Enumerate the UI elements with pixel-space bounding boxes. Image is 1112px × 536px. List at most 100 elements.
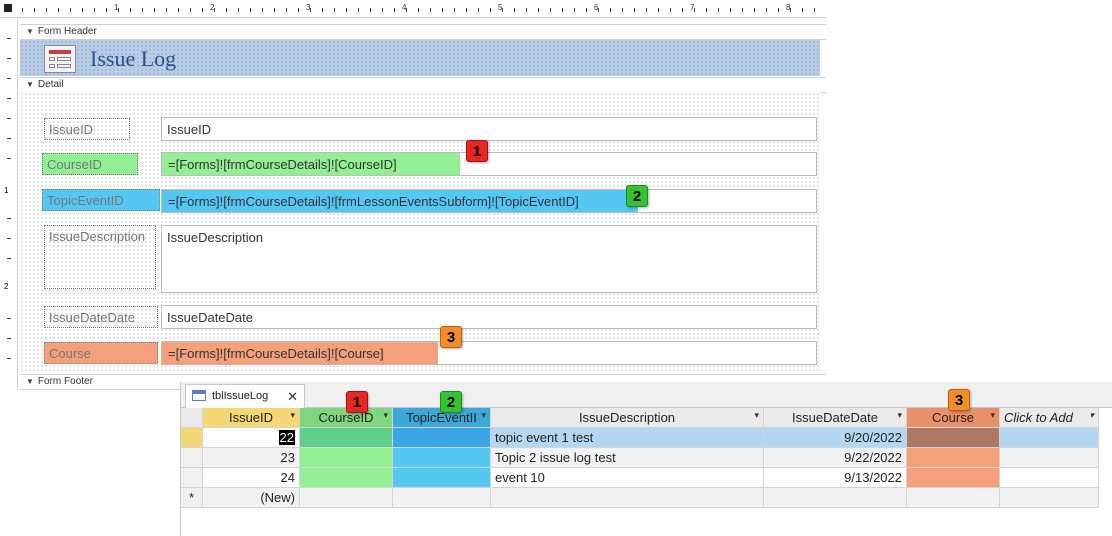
ruler-tick	[394, 8, 395, 12]
issuedescription-textbox[interactable]: IssueDescription	[161, 225, 817, 293]
datasheet-window[interactable]: tblIssueLog ✕ IssueID ▾ CourseID ▾ TopicEv…	[180, 382, 1112, 536]
col-header-click-to-add[interactable]: Click to Add ▾	[1000, 408, 1099, 428]
ruler-tick	[454, 8, 455, 12]
ruler-tick	[514, 8, 515, 12]
dropdown-arrow-icon[interactable]: ▾	[481, 410, 486, 421]
cell-issueid[interactable]: 22	[203, 428, 300, 448]
dropdown-arrow-icon[interactable]: ▾	[990, 410, 995, 421]
courseid-textbox[interactable]: =[Forms]![frmCourseDetails]![CourseID]	[161, 152, 817, 176]
cell-add[interactable]	[1000, 488, 1099, 508]
table-row[interactable]: 22 topic event 1 test 9/20/2022	[181, 428, 1112, 448]
topiceventid-textbox[interactable]: =[Forms]![frmCourseDetails]![frmLessonEv…	[161, 189, 817, 213]
cell-course[interactable]	[907, 428, 1000, 448]
col-header-issuedatedate[interactable]: IssueDateDate ▾	[764, 408, 907, 428]
close-icon[interactable]: ✕	[287, 389, 298, 405]
dropdown-arrow-icon[interactable]: ▾	[290, 410, 295, 421]
course-label[interactable]: Course	[44, 342, 158, 364]
ruler-tick	[154, 8, 155, 12]
cell-issuedatedate[interactable]	[764, 488, 907, 508]
datasheet-header-row: IssueID ▾ CourseID ▾ TopicEventII ▾ IssueDe…	[181, 408, 1112, 428]
cell-add[interactable]	[1000, 428, 1099, 448]
col-header-issuedescription[interactable]: IssueDescription ▾	[491, 408, 764, 428]
issueid-textbox[interactable]: IssueID	[161, 117, 817, 141]
dropdown-arrow-icon[interactable]: ▾	[754, 410, 759, 421]
col-header-label: IssueID	[228, 410, 274, 425]
cell-issuedatedate[interactable]: 9/20/2022	[764, 428, 907, 448]
collapse-arrow-icon: ▼	[26, 80, 34, 89]
issuedescription-label[interactable]: IssueDescription	[44, 225, 156, 289]
ruler-tick	[22, 8, 23, 12]
ruler-tick	[334, 8, 335, 12]
ruler-tick	[226, 8, 227, 12]
cell-add[interactable]	[1000, 448, 1099, 468]
cell-topiceventid[interactable]	[393, 488, 491, 508]
form-header-section-bar[interactable]: ▼ Form Header	[20, 24, 826, 40]
ruler-tick	[94, 8, 95, 12]
cell-issuedescription[interactable]: Topic 2 issue log test	[491, 448, 764, 468]
cell-topiceventid[interactable]	[393, 428, 491, 448]
cell-topiceventid[interactable]	[393, 468, 491, 488]
cell-issueid[interactable]: 24	[203, 468, 300, 488]
ruler-tick	[274, 8, 275, 12]
select-all-corner[interactable]	[181, 408, 203, 428]
new-record-icon[interactable]: *	[181, 488, 203, 508]
ruler-tick	[430, 8, 431, 12]
ruler-tick	[178, 8, 179, 12]
dropdown-arrow-icon[interactable]: ▾	[1089, 410, 1094, 421]
cell-topiceventid[interactable]	[393, 448, 491, 468]
ruler-tick	[250, 8, 251, 12]
cell-courseid[interactable]	[300, 488, 393, 508]
horizontal-ruler: 1 2 3 4 5 6 7 8	[0, 0, 826, 18]
ruler-tick	[550, 8, 551, 12]
issuedatedate-textbox[interactable]: IssueDateDate	[161, 305, 817, 329]
cell-course[interactable]	[907, 488, 1000, 508]
ruler-number: 1	[114, 3, 119, 12]
ruler-number: 5	[498, 3, 503, 12]
tab-tblissuelog[interactable]: tblIssueLog ✕	[185, 384, 305, 408]
cell-courseid[interactable]	[300, 428, 393, 448]
table-row-new[interactable]: * (New)	[181, 488, 1112, 508]
issueid-label[interactable]: IssueID	[44, 118, 130, 140]
detail-label: Detail	[37, 79, 64, 90]
cell-issuedescription[interactable]: topic event 1 test	[491, 428, 764, 448]
cell-add[interactable]	[1000, 468, 1099, 488]
issuedatedate-label[interactable]: IssueDateDate	[44, 306, 158, 328]
ruler-tick	[202, 8, 203, 12]
cell-issueid-new[interactable]: (New)	[203, 488, 300, 508]
table-row[interactable]: 23 Topic 2 issue log test 9/22/2022	[181, 448, 1112, 468]
courseid-label[interactable]: CourseID	[42, 153, 138, 175]
cell-courseid[interactable]	[300, 468, 393, 488]
col-header-issueid[interactable]: IssueID ▾	[203, 408, 300, 428]
ruler-tick	[346, 8, 347, 12]
row-selector[interactable]	[181, 428, 203, 448]
cell-issueid[interactable]: 23	[203, 448, 300, 468]
row-selector[interactable]	[181, 468, 203, 488]
table-row[interactable]: 24 event 10 9/13/2022	[181, 468, 1112, 488]
detail-grid[interactable]: IssueID IssueID CourseID =[Forms]![frmCo…	[20, 92, 820, 372]
topiceventid-label[interactable]: TopicEventID	[42, 189, 160, 211]
cell-issuedatedate[interactable]: 9/13/2022	[764, 468, 907, 488]
badge-1-design: 1	[466, 140, 488, 162]
cell-courseid[interactable]	[300, 448, 393, 468]
course-textbox[interactable]: =[Forms]![frmCourseDetails]![Course]	[161, 341, 817, 365]
row-selector[interactable]	[181, 448, 203, 468]
cell-issuedatedate[interactable]: 9/22/2022	[764, 448, 907, 468]
form-logo-icon[interactable]	[44, 45, 76, 73]
ruler-tick	[658, 8, 659, 12]
ruler-number: 7	[690, 3, 695, 12]
cell-issuedescription[interactable]	[491, 488, 764, 508]
col-header-label: Click to Add	[1004, 410, 1073, 425]
tab-title: tblIssueLog	[212, 390, 269, 402]
dropdown-arrow-icon[interactable]: ▾	[383, 410, 388, 421]
dropdown-arrow-icon[interactable]: ▾	[897, 410, 902, 421]
ruler-tick	[466, 8, 467, 12]
cell-issuedescription[interactable]: event 10	[491, 468, 764, 488]
detail-section-bar[interactable]: ▼ Detail	[20, 77, 826, 93]
cell-course[interactable]	[907, 448, 1000, 468]
cell-course[interactable]	[907, 468, 1000, 488]
ruler-left-number-2: 2	[4, 282, 9, 291]
col-header-course[interactable]: Course ▾	[907, 408, 1000, 428]
form-title[interactable]: Issue Log	[90, 46, 176, 72]
ruler-tick	[166, 8, 167, 12]
ruler-number: 2	[210, 3, 215, 12]
